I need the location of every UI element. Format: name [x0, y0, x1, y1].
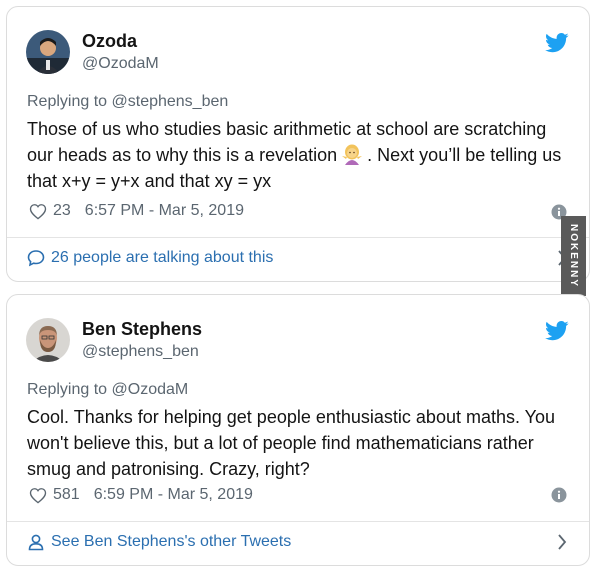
twitter-bird-icon[interactable]: [545, 321, 569, 341]
replying-to: Replying to @stephens_ben: [27, 93, 228, 111]
tweet-text: Those of us who studies basic arithmetic…: [27, 116, 567, 194]
divider: [7, 237, 589, 238]
tweet-text: Cool. Thanks for helping get people enth…: [27, 407, 556, 479]
woman-shrugging-emoji-icon: [341, 143, 363, 165]
tweet-timestamp[interactable]: 6:59 PM - Mar 5, 2019: [94, 486, 253, 504]
tweet-timestamp[interactable]: 6:57 PM - Mar 5, 2019: [85, 202, 244, 220]
reply-mention-link[interactable]: @stephens_ben: [112, 93, 229, 110]
watermark: NOKENNY: [561, 216, 586, 296]
conversation-link[interactable]: 26 people are talking about this: [27, 245, 569, 271]
comment-bubble-icon: [27, 250, 45, 267]
replying-to: Replying to @OzodaM: [27, 381, 188, 399]
replying-to-label: Replying to: [27, 381, 108, 398]
reply-mention-link[interactable]: @OzodaM: [112, 381, 189, 398]
conversation-link-label[interactable]: 26 people are talking about this: [51, 249, 273, 267]
heart-icon[interactable]: [29, 203, 47, 220]
person-icon: [28, 534, 44, 551]
heart-icon[interactable]: [29, 487, 47, 504]
tweet-card: Ben Stephens @stephens_ben Replying to @…: [6, 294, 590, 566]
like-count[interactable]: 23: [53, 202, 71, 220]
other-tweets-link[interactable]: See Ben Stephens's other Tweets: [27, 529, 569, 555]
display-name[interactable]: Ben Stephens: [82, 319, 202, 340]
tweet-meta: 23 6:57 PM - Mar 5, 2019: [29, 200, 244, 222]
avatar[interactable]: [26, 30, 70, 74]
display-name[interactable]: Ozoda: [82, 31, 137, 52]
twitter-bird-icon[interactable]: [545, 33, 569, 53]
chevron-right-icon[interactable]: [557, 534, 567, 550]
info-icon[interactable]: [551, 487, 567, 503]
like-count[interactable]: 581: [53, 486, 80, 504]
avatar[interactable]: [26, 318, 70, 362]
other-tweets-link-label[interactable]: See Ben Stephens's other Tweets: [51, 533, 291, 551]
tweet-meta: 581 6:59 PM - Mar 5, 2019: [29, 484, 253, 506]
divider: [7, 521, 589, 522]
replying-to-label: Replying to: [27, 93, 108, 110]
user-handle[interactable]: @OzodaM: [82, 55, 159, 73]
user-handle[interactable]: @stephens_ben: [82, 343, 199, 361]
tweet-card: Ozoda @OzodaM Replying to @stephens_ben …: [6, 6, 590, 282]
